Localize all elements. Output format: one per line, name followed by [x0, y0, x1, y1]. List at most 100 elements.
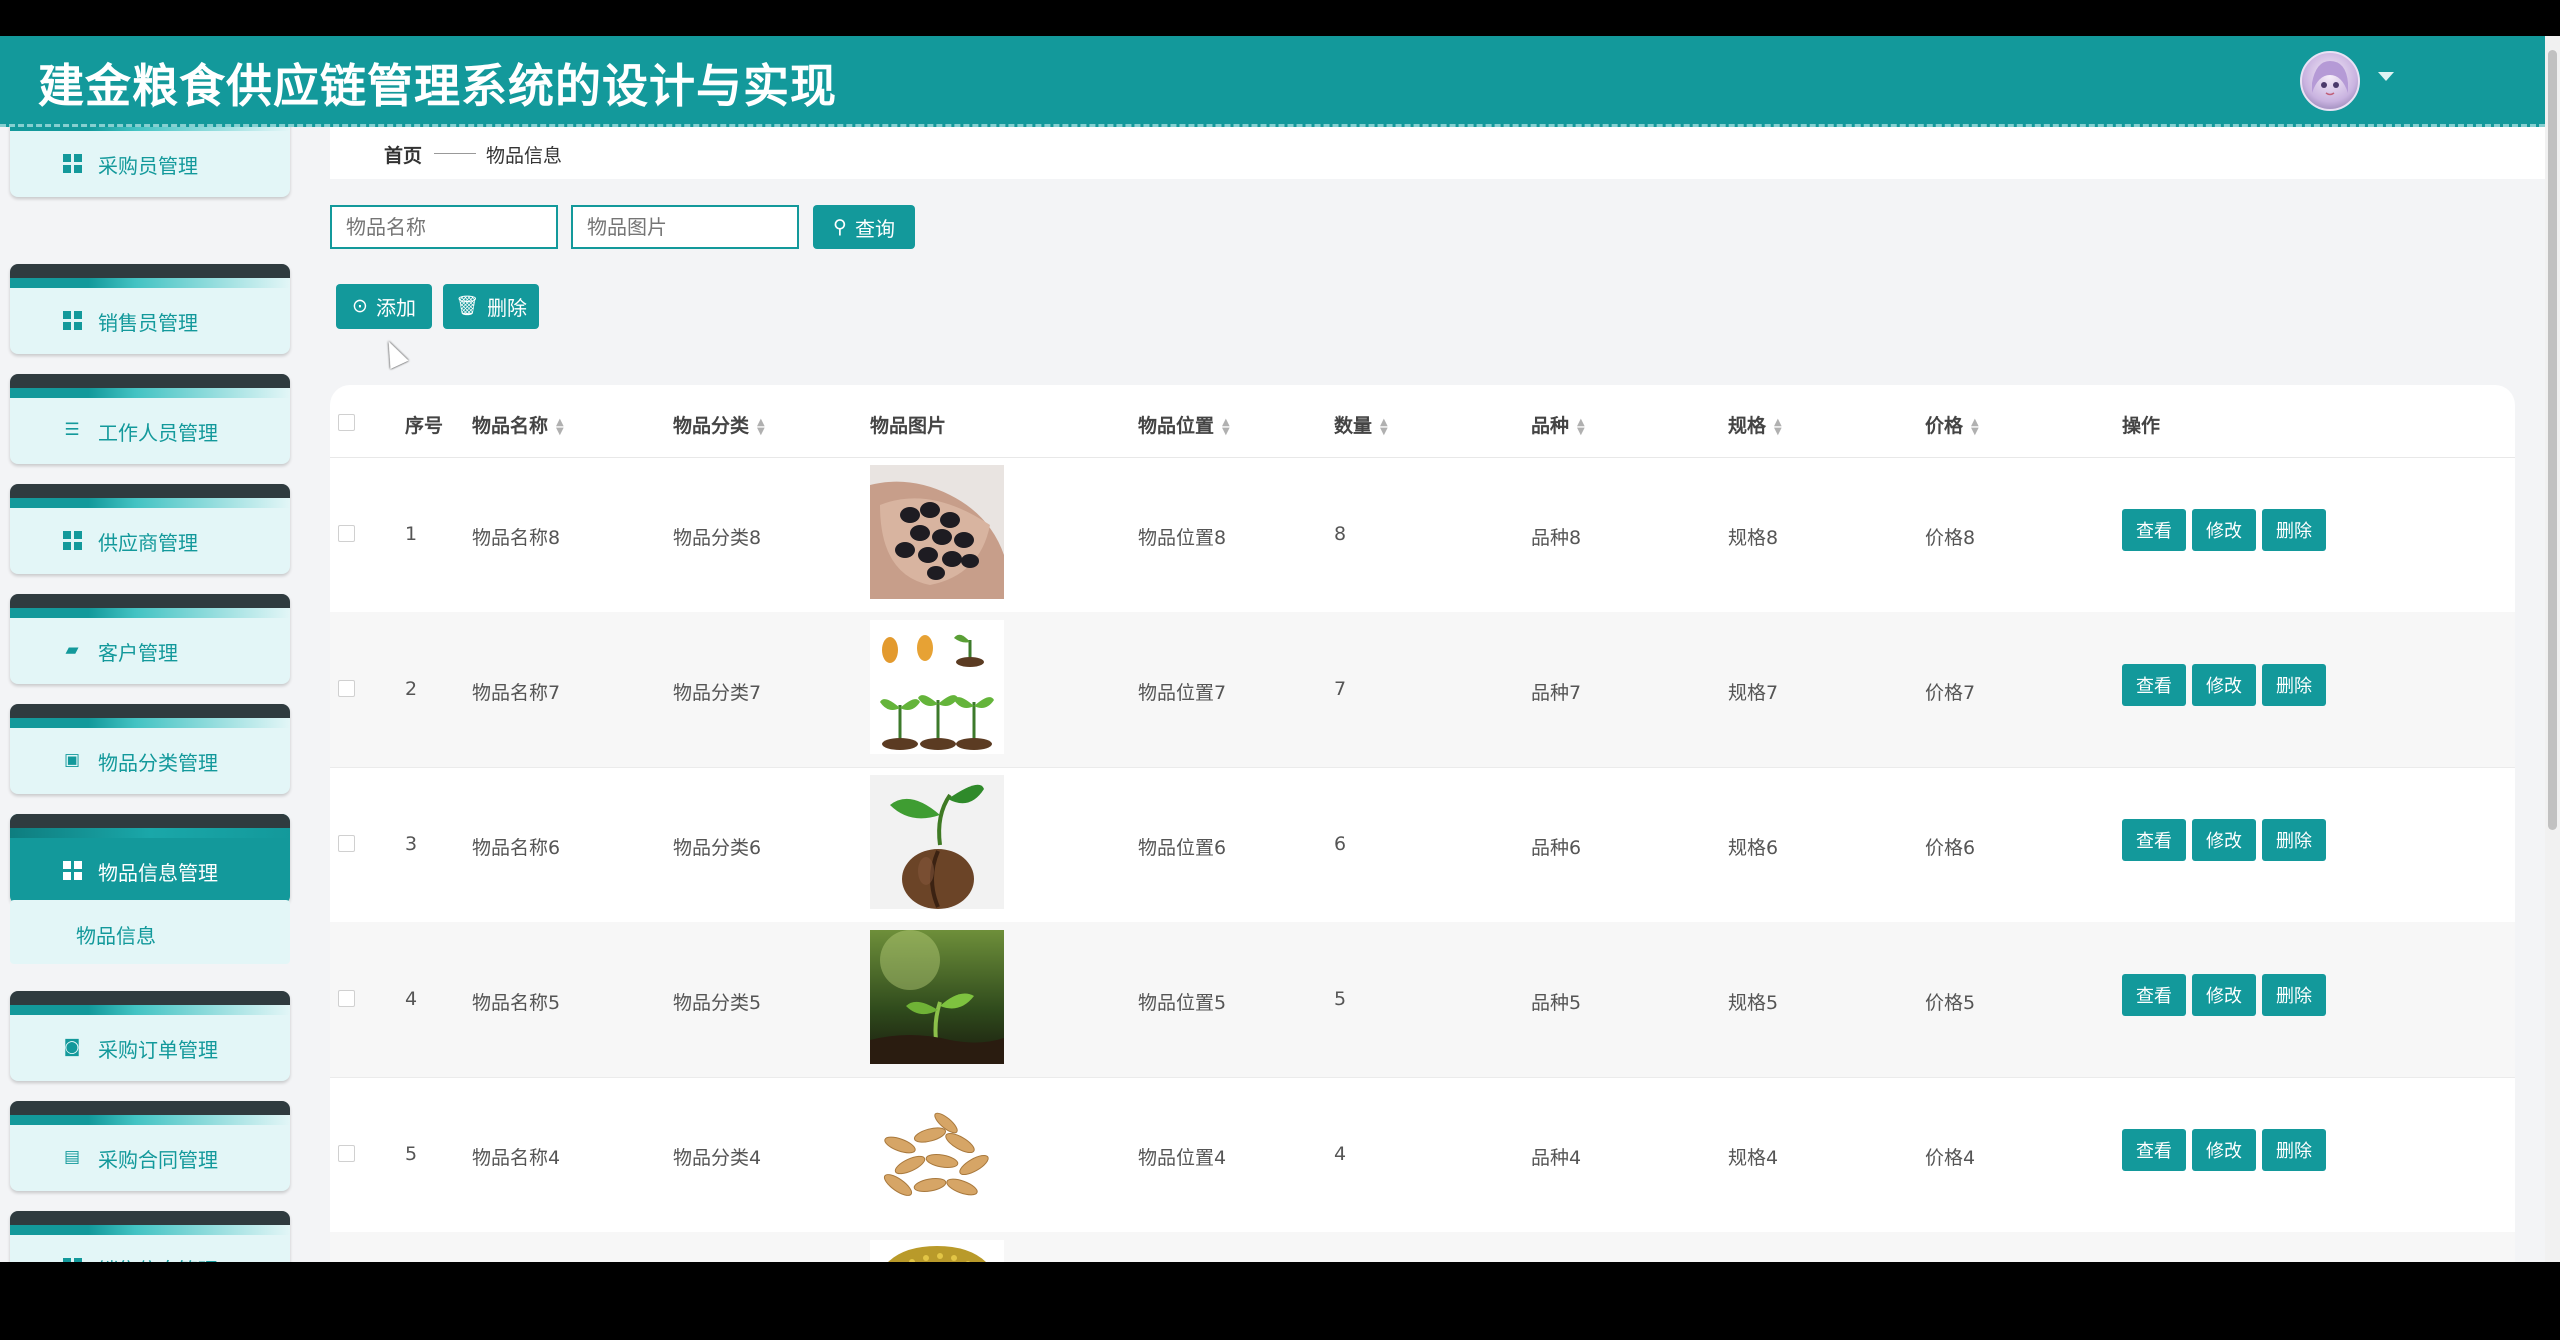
sidebar-item-item-info[interactable]: 物品信息管理 [10, 814, 290, 904]
cell-location: 物品位置7 [1138, 682, 1227, 704]
header-index: 序号 [405, 415, 444, 437]
sort-icon[interactable]: ▲ ▼ [1222, 417, 1230, 436]
delete-button[interactable]: 删除 [2262, 664, 2326, 706]
header-location-label: 物品位置 [1138, 415, 1215, 437]
cell-category: 物品分类6 [673, 837, 762, 859]
folder-icon: ▰ [65, 639, 79, 660]
sort-icon[interactable]: ▲ ▼ [1380, 417, 1388, 436]
breadcrumb: 首页 物品信息 [330, 127, 2545, 179]
cell-quantity: 7 [1334, 678, 1347, 700]
edit-button[interactable]: 修改 [2192, 819, 2256, 861]
oat-grains-thumbnail[interactable] [870, 1085, 1004, 1219]
view-button[interactable]: 查看 [2122, 974, 2186, 1016]
cell-index: 2 [405, 678, 418, 700]
cell-name: 物品名称7 [472, 682, 561, 704]
edit-button[interactable]: 修改 [2192, 509, 2256, 551]
sidebar-item-sales-info[interactable]: 销售信息管理 [10, 1211, 290, 1262]
delete-button[interactable]: 删除 [2262, 974, 2326, 1016]
edit-button[interactable]: 修改 [2192, 664, 2256, 706]
sidebar-item-staff[interactable]: ☰ 工作人员管理 [10, 374, 290, 464]
delete-button[interactable]: 删除 [2262, 819, 2326, 861]
row-checkbox[interactable] [338, 990, 355, 1007]
submenu-item-info[interactable]: 物品信息 [10, 900, 290, 964]
seedling-in-soil-thumbnail[interactable] [870, 930, 1004, 1064]
cell-price: 价格7 [1925, 682, 1976, 704]
sort-icon[interactable]: ▲ ▼ [757, 417, 765, 436]
header-spec-label: 规格 [1728, 415, 1767, 437]
edit-button[interactable]: 修改 [2192, 974, 2256, 1016]
millet-grains-thumbnail[interactable] [870, 1240, 1004, 1262]
cell-price: 价格8 [1925, 527, 1976, 549]
black-beans-thumbnail[interactable] [870, 465, 1004, 599]
cell-name: 物品名称6 [472, 837, 561, 859]
cell-name: 物品名称4 [472, 1147, 561, 1169]
sidebar: 采购员管理 销售员管理 ☰ 工作人员管理 供应商管理 ▰ 客户管理 ▣ 物品分类… [0, 127, 320, 1262]
coffee-bean-sprout-thumbnail[interactable] [870, 775, 1004, 909]
view-button[interactable]: 查看 [2122, 664, 2186, 706]
app-window: 建金粮食供应链管理系统的设计与实现 采购员管理 销售员管理 ☰ 工作人员管理 供… [0, 36, 2560, 1262]
user-avatar[interactable] [2300, 51, 2360, 111]
delete-button[interactable]: 删除 [2262, 1129, 2326, 1171]
cell-price: 价格6 [1925, 837, 1976, 859]
menu-stripe [10, 718, 290, 728]
row-checkbox[interactable] [338, 835, 355, 852]
table-row: 5 物品名称4 物品分类4 物品位置4 4 品种4 规格4 价格4 查看 修改 … [330, 1077, 2515, 1233]
cell-variety: 品种4 [1531, 1147, 1582, 1169]
view-button[interactable]: 查看 [2122, 819, 2186, 861]
header-name[interactable]: 物品名称 ▲ ▼ [472, 411, 564, 438]
clipboard-icon: ▤ [63, 1146, 81, 1167]
seed-sprouts-thumbnail[interactable] [870, 620, 1004, 754]
header-price[interactable]: 价格 ▲ ▼ [1925, 411, 1979, 438]
breadcrumb-home[interactable]: 首页 [384, 141, 422, 168]
row-checkbox[interactable] [338, 525, 355, 542]
menu-stripe [10, 608, 290, 618]
cell-spec: 规格8 [1728, 527, 1779, 549]
search-icon: ⚲ [833, 215, 847, 238]
sort-icon[interactable]: ▲ ▼ [556, 417, 564, 436]
menu-stripe [10, 127, 290, 131]
sort-icon[interactable]: ▲ ▼ [1774, 417, 1782, 436]
sidebar-item-salesperson[interactable]: 销售员管理 [10, 264, 290, 354]
view-button[interactable]: 查看 [2122, 1129, 2186, 1171]
header-spec[interactable]: 规格 ▲ ▼ [1728, 411, 1782, 438]
sidebar-item-purchaser[interactable]: 采购员管理 [10, 127, 290, 197]
sort-icon[interactable]: ▲ ▼ [1577, 417, 1585, 436]
cell-price: 价格5 [1925, 992, 1976, 1014]
scrollbar-thumb[interactable] [2548, 50, 2557, 830]
vertical-scrollbar[interactable] [2545, 36, 2560, 1262]
row-checkbox[interactable] [338, 680, 355, 697]
cell-variety: 品种8 [1531, 527, 1582, 549]
sidebar-item-purchase-order[interactable]: ◙ 采购订单管理 [10, 991, 290, 1081]
header-category[interactable]: 物品分类 ▲ ▼ [673, 411, 765, 438]
edit-button[interactable]: 修改 [2192, 1129, 2256, 1171]
sidebar-item-label: 供应商管理 [98, 531, 198, 555]
items-table: 序号 物品名称 ▲ ▼ 物品分类 ▲ ▼ 物品图片 物品位置 ▲ ▼ 数量 ▲ ▼ 品种 ▲ ▼ 规… [330, 385, 2515, 1262]
grid-icon [62, 860, 82, 880]
cell-location: 物品位置4 [1138, 1147, 1227, 1169]
user-menu-caret-icon[interactable] [2378, 72, 2394, 81]
cell-name: 物品名称8 [472, 527, 561, 549]
sidebar-item-item-category[interactable]: ▣ 物品分类管理 [10, 704, 290, 794]
select-all-checkbox[interactable] [338, 414, 355, 431]
item-image-search-input[interactable] [571, 205, 799, 249]
header-location[interactable]: 物品位置 ▲ ▼ [1138, 411, 1230, 438]
query-button[interactable]: ⚲ 查询 [813, 205, 915, 249]
sidebar-item-purchase-contract[interactable]: ▤ 采购合同管理 [10, 1101, 290, 1191]
delete-button[interactable]: 删除 [2262, 509, 2326, 551]
breadcrumb-current: 物品信息 [486, 145, 563, 167]
view-button[interactable]: 查看 [2122, 509, 2186, 551]
cell-spec: 规格6 [1728, 837, 1779, 859]
sort-icon[interactable]: ▲ ▼ [1971, 417, 1979, 436]
sidebar-item-customer[interactable]: ▰ 客户管理 [10, 594, 290, 684]
row-checkbox[interactable] [338, 1145, 355, 1162]
header-quantity[interactable]: 数量 ▲ ▼ [1334, 411, 1388, 438]
batch-delete-button[interactable]: 🗑 删除 [443, 284, 539, 329]
menu-stripe [10, 278, 290, 288]
cell-spec: 规格4 [1728, 1147, 1779, 1169]
briefcase-icon: ▣ [63, 749, 81, 770]
header-variety[interactable]: 品种 ▲ ▼ [1531, 411, 1585, 438]
sidebar-item-supplier[interactable]: 供应商管理 [10, 484, 290, 574]
item-name-search-input[interactable] [330, 205, 558, 249]
add-button[interactable]: ⊙ 添加 [336, 284, 432, 329]
query-button-label: 查询 [854, 216, 895, 241]
